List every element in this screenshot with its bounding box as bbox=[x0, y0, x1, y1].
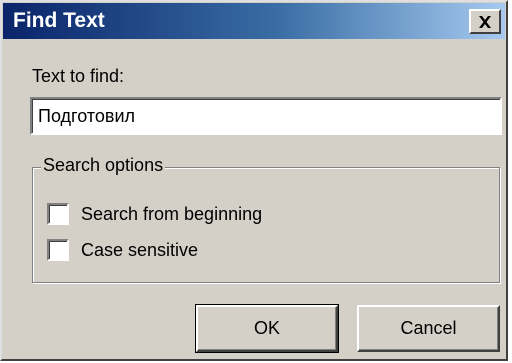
search-from-beginning-checkbox[interactable] bbox=[47, 203, 69, 225]
close-icon bbox=[479, 15, 491, 28]
search-options-group: Search options Search from beginning Cas… bbox=[32, 155, 500, 283]
text-to-find-input[interactable] bbox=[30, 97, 502, 135]
title-bar[interactable]: Find Text bbox=[3, 3, 505, 39]
ok-button[interactable]: OK bbox=[195, 304, 339, 353]
case-sensitive-label[interactable]: Case sensitive bbox=[81, 240, 198, 261]
search-options-legend: Search options bbox=[41, 155, 166, 176]
case-sensitive-checkbox[interactable] bbox=[47, 239, 69, 261]
dialog-title: Find Text bbox=[13, 9, 105, 32]
text-to-find-label: Text to find: bbox=[32, 66, 125, 86]
find-text-dialog: Find Text Text to find: Search options S… bbox=[0, 0, 508, 361]
search-from-beginning-option[interactable]: Search from beginning bbox=[47, 203, 262, 225]
cancel-button[interactable]: Cancel bbox=[357, 305, 500, 352]
close-button[interactable] bbox=[469, 9, 501, 34]
search-from-beginning-label[interactable]: Search from beginning bbox=[81, 204, 262, 225]
case-sensitive-option[interactable]: Case sensitive bbox=[47, 239, 198, 261]
